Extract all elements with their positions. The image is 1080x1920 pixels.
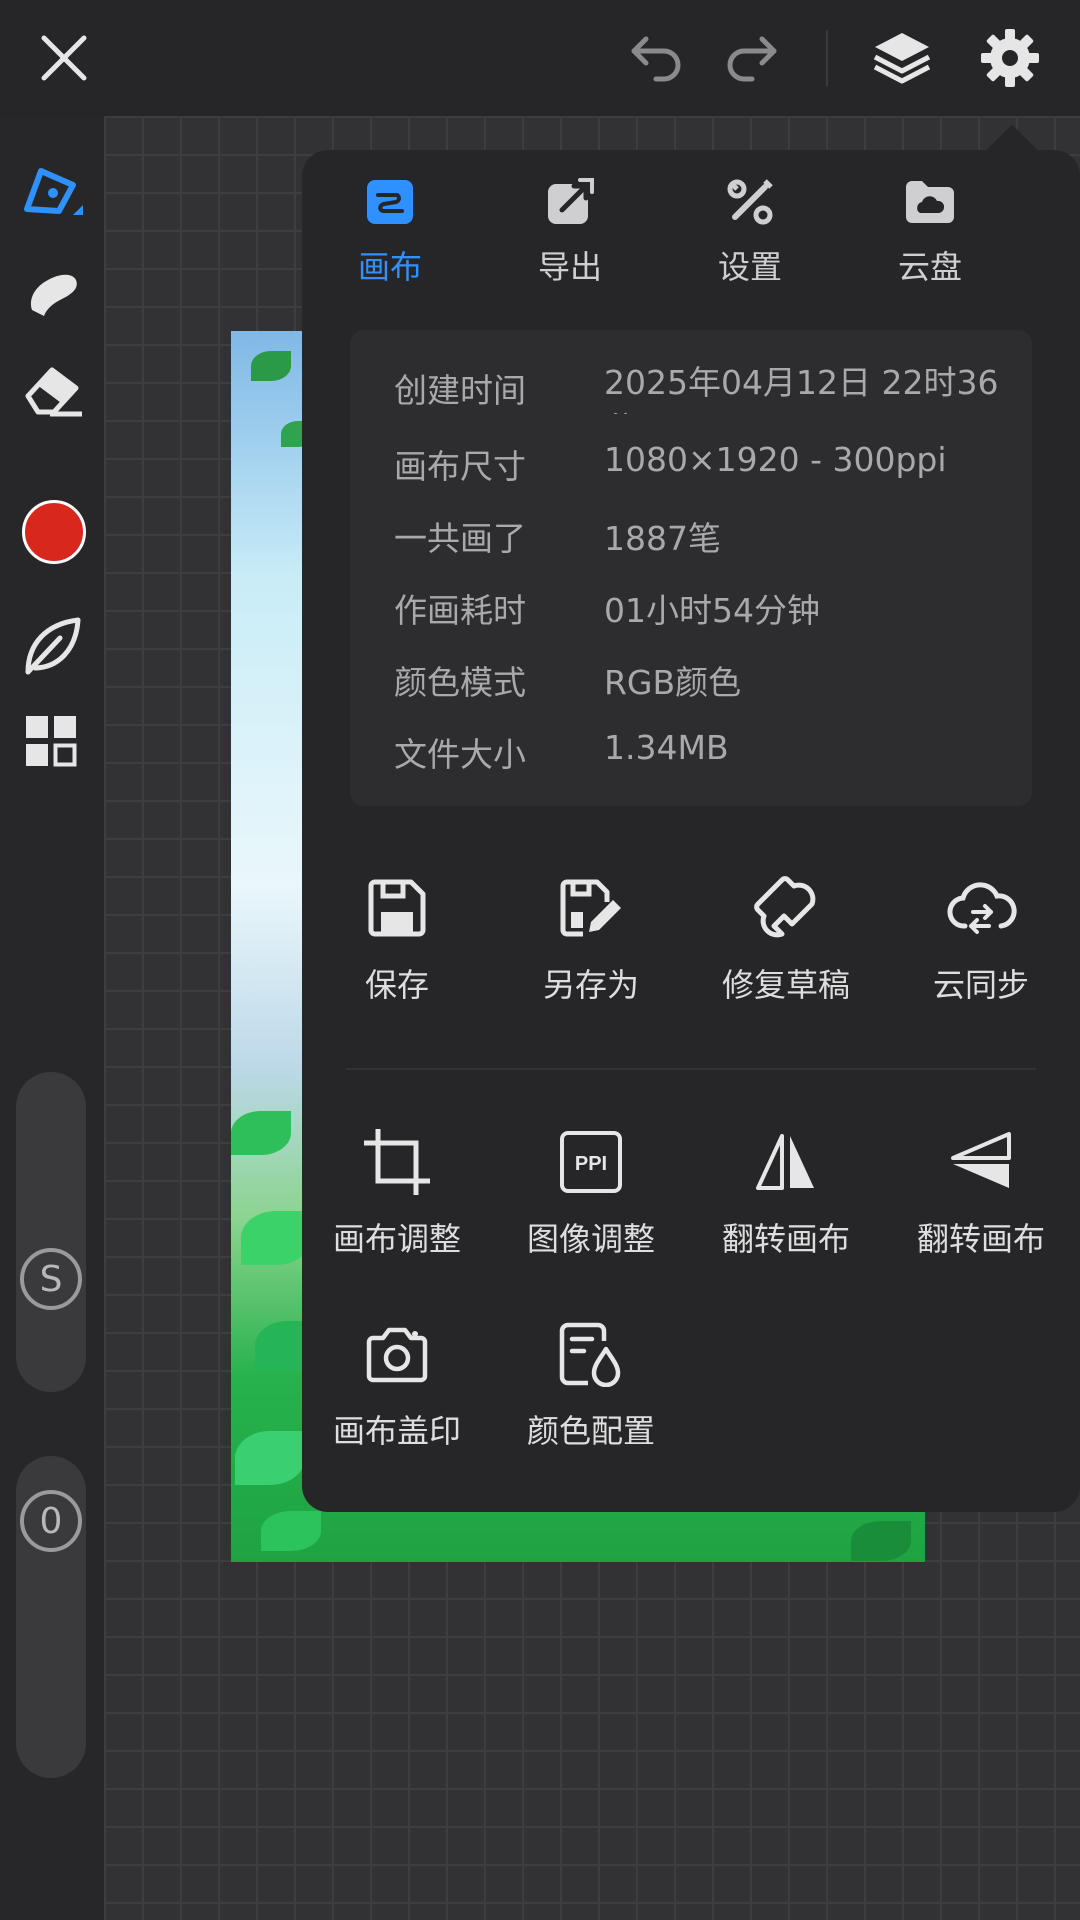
info-value: 2025年04月12日 22时36分 bbox=[604, 363, 999, 414]
crop-icon bbox=[361, 1126, 433, 1198]
cloud-sync-icon bbox=[945, 872, 1017, 944]
camera-icon bbox=[361, 1318, 433, 1390]
info-key: 颜色模式 bbox=[394, 663, 526, 702]
action-label: 颜色配置 bbox=[526, 1412, 655, 1450]
top-toolbar bbox=[0, 0, 1080, 116]
flip-canvas-horizontal-button[interactable]: 翻转画布 bbox=[701, 1126, 871, 1276]
close-icon[interactable] bbox=[28, 22, 100, 94]
info-value: RGB颜色 bbox=[604, 663, 742, 702]
eraser-icon[interactable] bbox=[16, 354, 88, 426]
info-row: 一共画了 1887笔 bbox=[394, 512, 1014, 572]
tab-settings[interactable]: 设置 bbox=[680, 176, 820, 296]
info-value: 1080×1920 - 300ppi bbox=[604, 440, 947, 479]
info-key: 作画耗时 bbox=[394, 591, 526, 630]
action-label: 修复草稿 bbox=[721, 966, 850, 1004]
artwork-leaf bbox=[235, 1431, 305, 1485]
pen-icon[interactable] bbox=[16, 156, 88, 228]
image-adjust-button[interactable]: PPI 图像调整 bbox=[506, 1126, 676, 1276]
canvas-stamp-button[interactable]: 画布盖印 bbox=[312, 1318, 482, 1468]
action-label: 画布盖印 bbox=[332, 1412, 461, 1450]
brush-opacity-knob[interactable]: 0 bbox=[20, 1490, 82, 1552]
cloud-folder-icon bbox=[904, 176, 956, 228]
tab-canvas[interactable]: 画布 bbox=[320, 176, 460, 296]
repair-draft-button[interactable]: 修复草稿 bbox=[701, 872, 871, 1022]
save-button[interactable]: 保存 bbox=[312, 872, 482, 1022]
action-label: 另存为 bbox=[542, 966, 639, 1004]
info-row: 颜色模式 RGB颜色 bbox=[394, 656, 1014, 716]
flip-canvas-vertical-button[interactable]: 翻转画布 bbox=[896, 1126, 1066, 1276]
tools-icon bbox=[724, 176, 776, 228]
flip-horizontal-icon bbox=[750, 1126, 822, 1198]
canvas-adjust-button[interactable]: 画布调整 bbox=[312, 1126, 482, 1276]
grid-icon[interactable] bbox=[16, 706, 88, 778]
export-icon bbox=[544, 176, 596, 228]
action-label: 云同步 bbox=[932, 966, 1029, 1004]
smudge-icon[interactable] bbox=[16, 256, 88, 328]
ppi-icon: PPI bbox=[555, 1126, 627, 1198]
info-row: 作画耗时 01小时54分钟 bbox=[394, 584, 1014, 644]
info-key: 一共画了 bbox=[394, 519, 526, 558]
artwork-leaf bbox=[231, 1111, 291, 1155]
tab-export[interactable]: 导出 bbox=[500, 176, 640, 296]
info-key: 创建时间 bbox=[394, 371, 526, 410]
tab-label: 画布 bbox=[357, 248, 422, 286]
leaf-icon[interactable] bbox=[16, 610, 88, 682]
artwork-leaf bbox=[241, 1211, 311, 1265]
panel-divider bbox=[346, 1068, 1036, 1070]
action-label: 翻转画布 bbox=[916, 1220, 1045, 1258]
tool-sidebar: S 0 bbox=[0, 116, 104, 1920]
info-row: 创建时间 2025年04月12日 22时36分 bbox=[394, 363, 1014, 424]
flip-vertical-icon bbox=[945, 1126, 1017, 1198]
info-value: 1887笔 bbox=[604, 519, 721, 558]
artwork-leaf bbox=[251, 351, 291, 381]
current-color bbox=[22, 500, 86, 564]
canvas-info-card: 创建时间 2025年04月12日 22时36分 画布尺寸 1080×1920 -… bbox=[350, 330, 1032, 806]
wrench-icon bbox=[750, 872, 822, 944]
tab-label: 导出 bbox=[537, 248, 602, 286]
layers-icon[interactable] bbox=[866, 22, 938, 94]
save-as-icon bbox=[555, 872, 627, 944]
artwork-leaf bbox=[261, 1511, 321, 1551]
info-value: 1.34MB bbox=[604, 728, 729, 767]
tab-label: 云盘 bbox=[897, 248, 962, 286]
action-label: 画布调整 bbox=[332, 1220, 461, 1258]
undo-icon[interactable] bbox=[620, 22, 692, 94]
info-key: 文件大小 bbox=[394, 735, 526, 774]
action-label: 图像调整 bbox=[526, 1220, 655, 1258]
redo-icon[interactable] bbox=[716, 22, 788, 94]
artwork-leaf bbox=[851, 1521, 911, 1561]
toolbar-divider bbox=[826, 30, 828, 86]
save-icon bbox=[361, 872, 433, 944]
info-row: 文件大小 1.34MB bbox=[394, 728, 1014, 788]
brush-size-slider[interactable] bbox=[16, 1072, 86, 1392]
color-profile-button[interactable]: 颜色配置 bbox=[506, 1318, 676, 1468]
action-label: 翻转画布 bbox=[721, 1220, 850, 1258]
tab-cloud[interactable]: 云盘 bbox=[860, 176, 1000, 296]
brush-size-knob[interactable]: S bbox=[20, 1248, 82, 1310]
tab-label: 设置 bbox=[717, 248, 782, 286]
canvas-icon bbox=[364, 176, 416, 228]
color-profile-icon bbox=[555, 1318, 627, 1390]
gear-icon[interactable] bbox=[974, 22, 1046, 94]
color-swatch[interactable] bbox=[18, 496, 90, 568]
info-value: 01小时54分钟 bbox=[604, 591, 820, 630]
save-as-button[interactable]: 另存为 bbox=[506, 872, 676, 1022]
cloud-sync-button[interactable]: 云同步 bbox=[896, 872, 1066, 1022]
info-row: 画布尺寸 1080×1920 - 300ppi bbox=[394, 440, 1014, 500]
ppi-icon-text: PPI bbox=[575, 1153, 607, 1175]
info-key: 画布尺寸 bbox=[394, 447, 526, 486]
panel-tabs: 画布 导出 设置 云盘 bbox=[302, 176, 1080, 296]
action-label: 保存 bbox=[364, 966, 429, 1004]
